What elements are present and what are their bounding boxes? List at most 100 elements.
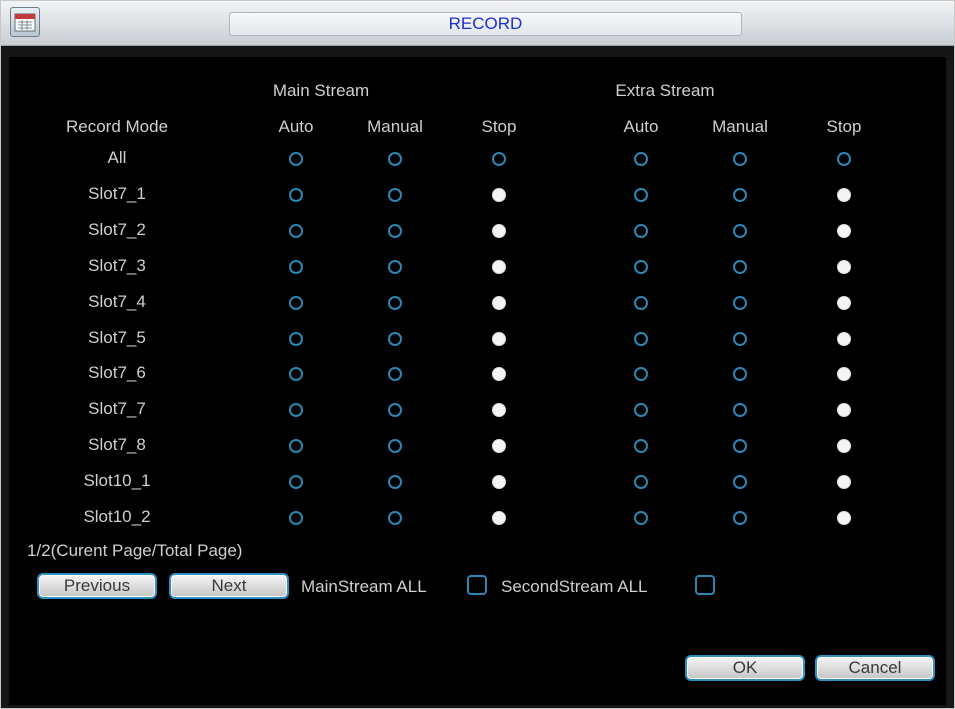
row-label: All [107,148,127,167]
row-label: Slot7_8 [88,435,146,455]
main-stop-radio[interactable] [492,475,506,490]
main-manual-radio[interactable] [388,223,402,238]
main-stop-radio[interactable] [492,331,506,346]
main-auto-radio[interactable] [289,295,303,310]
row-label: Slot7_3 [88,255,146,275]
window-title: RECORD [448,14,523,33]
main-manual-radio[interactable] [388,439,402,454]
main-manual-radio[interactable] [388,331,402,346]
extra-stop-radio[interactable] [837,295,851,310]
extra-stop-radio[interactable] [837,187,851,202]
secondstream-all-checkbox[interactable] [695,575,715,595]
column-header-main-stop: Stop [481,117,517,136]
record-calendar-icon [10,7,40,37]
row-label: Slot7_7 [88,399,146,419]
extra-auto-radio[interactable] [634,475,648,490]
extra-manual-radio[interactable] [733,511,747,525]
main-auto-radio[interactable] [289,439,303,454]
extra-manual-radio[interactable] [733,223,747,238]
column-header-extra-auto: Auto [623,117,659,136]
main-stop-radio[interactable] [492,223,506,238]
main-stop-radio[interactable] [492,511,506,525]
secondstream-all-label: SecondStream ALL [501,577,648,596]
row-label: Slot10_2 [83,507,151,526]
extra-stop-radio[interactable] [837,367,851,382]
extra-manual-radio[interactable] [733,259,747,274]
extra-manual-radio[interactable] [733,152,747,166]
main-manual-radio[interactable] [388,475,402,490]
title-bar: RECORD [1,1,954,46]
main-auto-radio[interactable] [289,259,303,274]
extra-stop-radio[interactable] [837,511,851,525]
main-auto-radio[interactable] [289,223,303,238]
extra-auto-radio[interactable] [634,223,648,238]
next-button[interactable]: Next [169,573,289,599]
extra-stop-radio[interactable] [837,403,851,418]
column-header-extra-stop: Stop [826,117,862,136]
main-auto-radio[interactable] [289,403,303,418]
ok-button[interactable]: OK [685,655,805,681]
row-label: Slot7_6 [88,363,146,383]
main-auto-radio[interactable] [289,475,303,490]
main-manual-radio[interactable] [388,187,402,202]
record-content: Main Stream Extra Stream Record Mode Aut… [9,57,946,705]
column-header-extra-manual: Manual [712,117,768,136]
main-stop-radio[interactable] [492,259,506,274]
extra-manual-radio[interactable] [733,367,747,382]
extra-manual-radio[interactable] [733,439,747,454]
mainstream-all-checkbox[interactable] [467,575,487,595]
extra-auto-radio[interactable] [634,439,648,454]
extra-stop-radio[interactable] [837,439,851,454]
extra-manual-radio[interactable] [733,331,747,346]
main-stop-radio[interactable] [492,367,506,382]
row-label: Slot7_2 [88,219,146,239]
row-label: Slot10_1 [83,471,151,491]
extra-auto-radio[interactable] [634,295,648,310]
main-manual-radio[interactable] [388,152,402,166]
column-header-main-manual: Manual [367,117,423,136]
mainstream-all-label: MainStream ALL [301,577,427,596]
extra-auto-radio[interactable] [634,152,648,166]
row-label: Slot7_5 [88,327,146,347]
main-manual-radio[interactable] [388,403,402,418]
main-stop-radio[interactable] [492,403,506,418]
extra-auto-radio[interactable] [634,259,648,274]
page-info: 1/2(Curent Page/Total Page) [27,541,243,560]
main-stop-radio[interactable] [492,439,506,454]
extra-stop-radio[interactable] [837,223,851,238]
column-header-main-auto: Auto [278,117,314,136]
record-window: RECORD Main Stream Extra Stream Record M… [0,0,955,709]
main-auto-radio[interactable] [289,331,303,346]
extra-stop-radio[interactable] [837,259,851,274]
main-auto-radio[interactable] [289,367,303,382]
main-auto-radio[interactable] [289,187,303,202]
main-stop-radio[interactable] [492,295,506,310]
main-stop-radio[interactable] [492,152,506,166]
main-stop-radio[interactable] [492,187,506,202]
row-label: Slot7_4 [88,291,146,311]
extra-manual-radio[interactable] [733,187,747,202]
main-manual-radio[interactable] [388,259,402,274]
extra-stream-header: Extra Stream [615,81,715,100]
extra-manual-radio[interactable] [733,295,747,310]
row-label: Slot7_1 [88,183,146,203]
main-auto-radio[interactable] [289,511,303,525]
main-manual-radio[interactable] [388,511,402,525]
extra-stop-radio[interactable] [837,475,851,490]
extra-auto-radio[interactable] [634,331,648,346]
extra-manual-radio[interactable] [733,475,747,490]
extra-stop-radio[interactable] [837,152,851,166]
extra-auto-radio[interactable] [634,403,648,418]
extra-auto-radio[interactable] [634,511,648,525]
extra-auto-radio[interactable] [634,367,648,382]
extra-stop-radio[interactable] [837,331,851,346]
main-stream-header: Main Stream [272,81,370,100]
main-auto-radio[interactable] [289,152,303,166]
record-mode-header: Record Mode [65,117,169,136]
main-manual-radio[interactable] [388,367,402,382]
cancel-button[interactable]: Cancel [815,655,935,681]
previous-button[interactable]: Previous [37,573,157,599]
extra-auto-radio[interactable] [634,187,648,202]
main-manual-radio[interactable] [388,295,402,310]
extra-manual-radio[interactable] [733,403,747,418]
